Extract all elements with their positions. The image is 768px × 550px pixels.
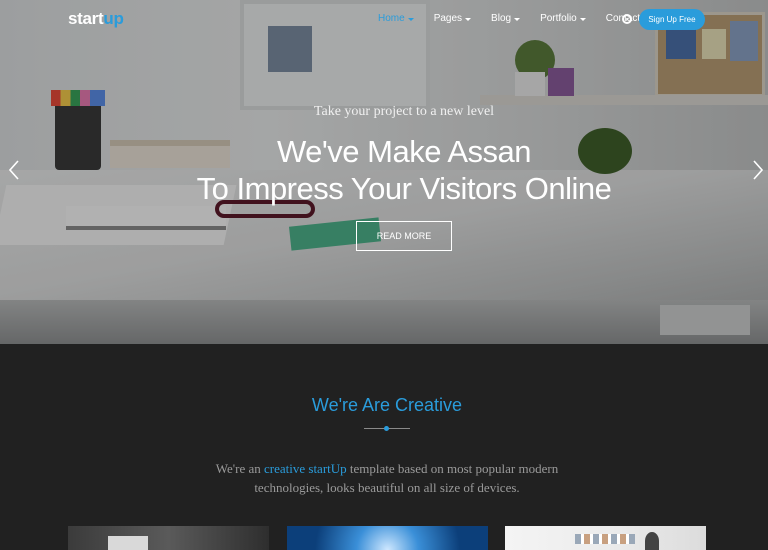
creative-section: We're Are Creative We're an creative sta…	[0, 344, 768, 550]
navbar: startup Home Pages Blog Portfolio Contac…	[0, 0, 768, 40]
sign-up-button[interactable]: Sign Up Free	[639, 9, 705, 30]
section-description: We're an creative startUp template based…	[180, 459, 594, 497]
portfolio-thumbnail[interactable]	[68, 526, 269, 550]
caret-down-icon	[407, 17, 414, 21]
portfolio-thumbnail[interactable]	[287, 526, 488, 550]
page: startup Home Pages Blog Portfolio Contac…	[0, 0, 768, 550]
chevron-right-icon[interactable]	[753, 160, 763, 180]
hero-slider: startup Home Pages Blog Portfolio Contac…	[0, 0, 768, 344]
hero-title-line: To Impress Your Visitors Online	[196, 171, 612, 206]
logo[interactable]: startup	[68, 9, 124, 29]
chevron-left-icon[interactable]	[9, 160, 19, 180]
section-text-before: We're an	[215, 461, 264, 476]
nav-item-home[interactable]: Home	[378, 13, 414, 24]
nav-item-label: Home	[378, 13, 405, 24]
caret-down-icon	[465, 17, 472, 21]
portfolio-thumbnail[interactable]	[505, 526, 706, 550]
caret-down-icon	[579, 17, 586, 21]
nav-item-portfolio[interactable]: Portfolio	[540, 13, 586, 24]
caret-down-icon	[514, 17, 521, 21]
nav-menu: Home Pages Blog Portfolio Contact	[378, 13, 660, 24]
nav-item-pages[interactable]: Pages	[433, 13, 472, 24]
section-title: We're Are Creative	[311, 395, 463, 415]
nav-item-label: Portfolio	[540, 13, 577, 24]
hero-title: We've Make Assan To Impress Your Visitor…	[0, 133, 768, 207]
hero-subtitle: Take your project to a new level	[313, 104, 495, 119]
nav-item-label: Pages	[433, 13, 463, 24]
logo-text-start: start	[68, 9, 104, 28]
hero-title-line: We've Make Assan	[276, 134, 532, 169]
section-divider-dot	[384, 426, 389, 431]
nav-item-blog[interactable]: Blog	[491, 13, 521, 24]
search-icon[interactable]	[622, 14, 632, 24]
nav-item-label: Blog	[491, 13, 512, 24]
section-text-highlight[interactable]: creative startUp	[264, 461, 347, 476]
logo-text-up: up	[103, 9, 124, 28]
read-more-button[interactable]: READ MORE	[356, 221, 452, 251]
